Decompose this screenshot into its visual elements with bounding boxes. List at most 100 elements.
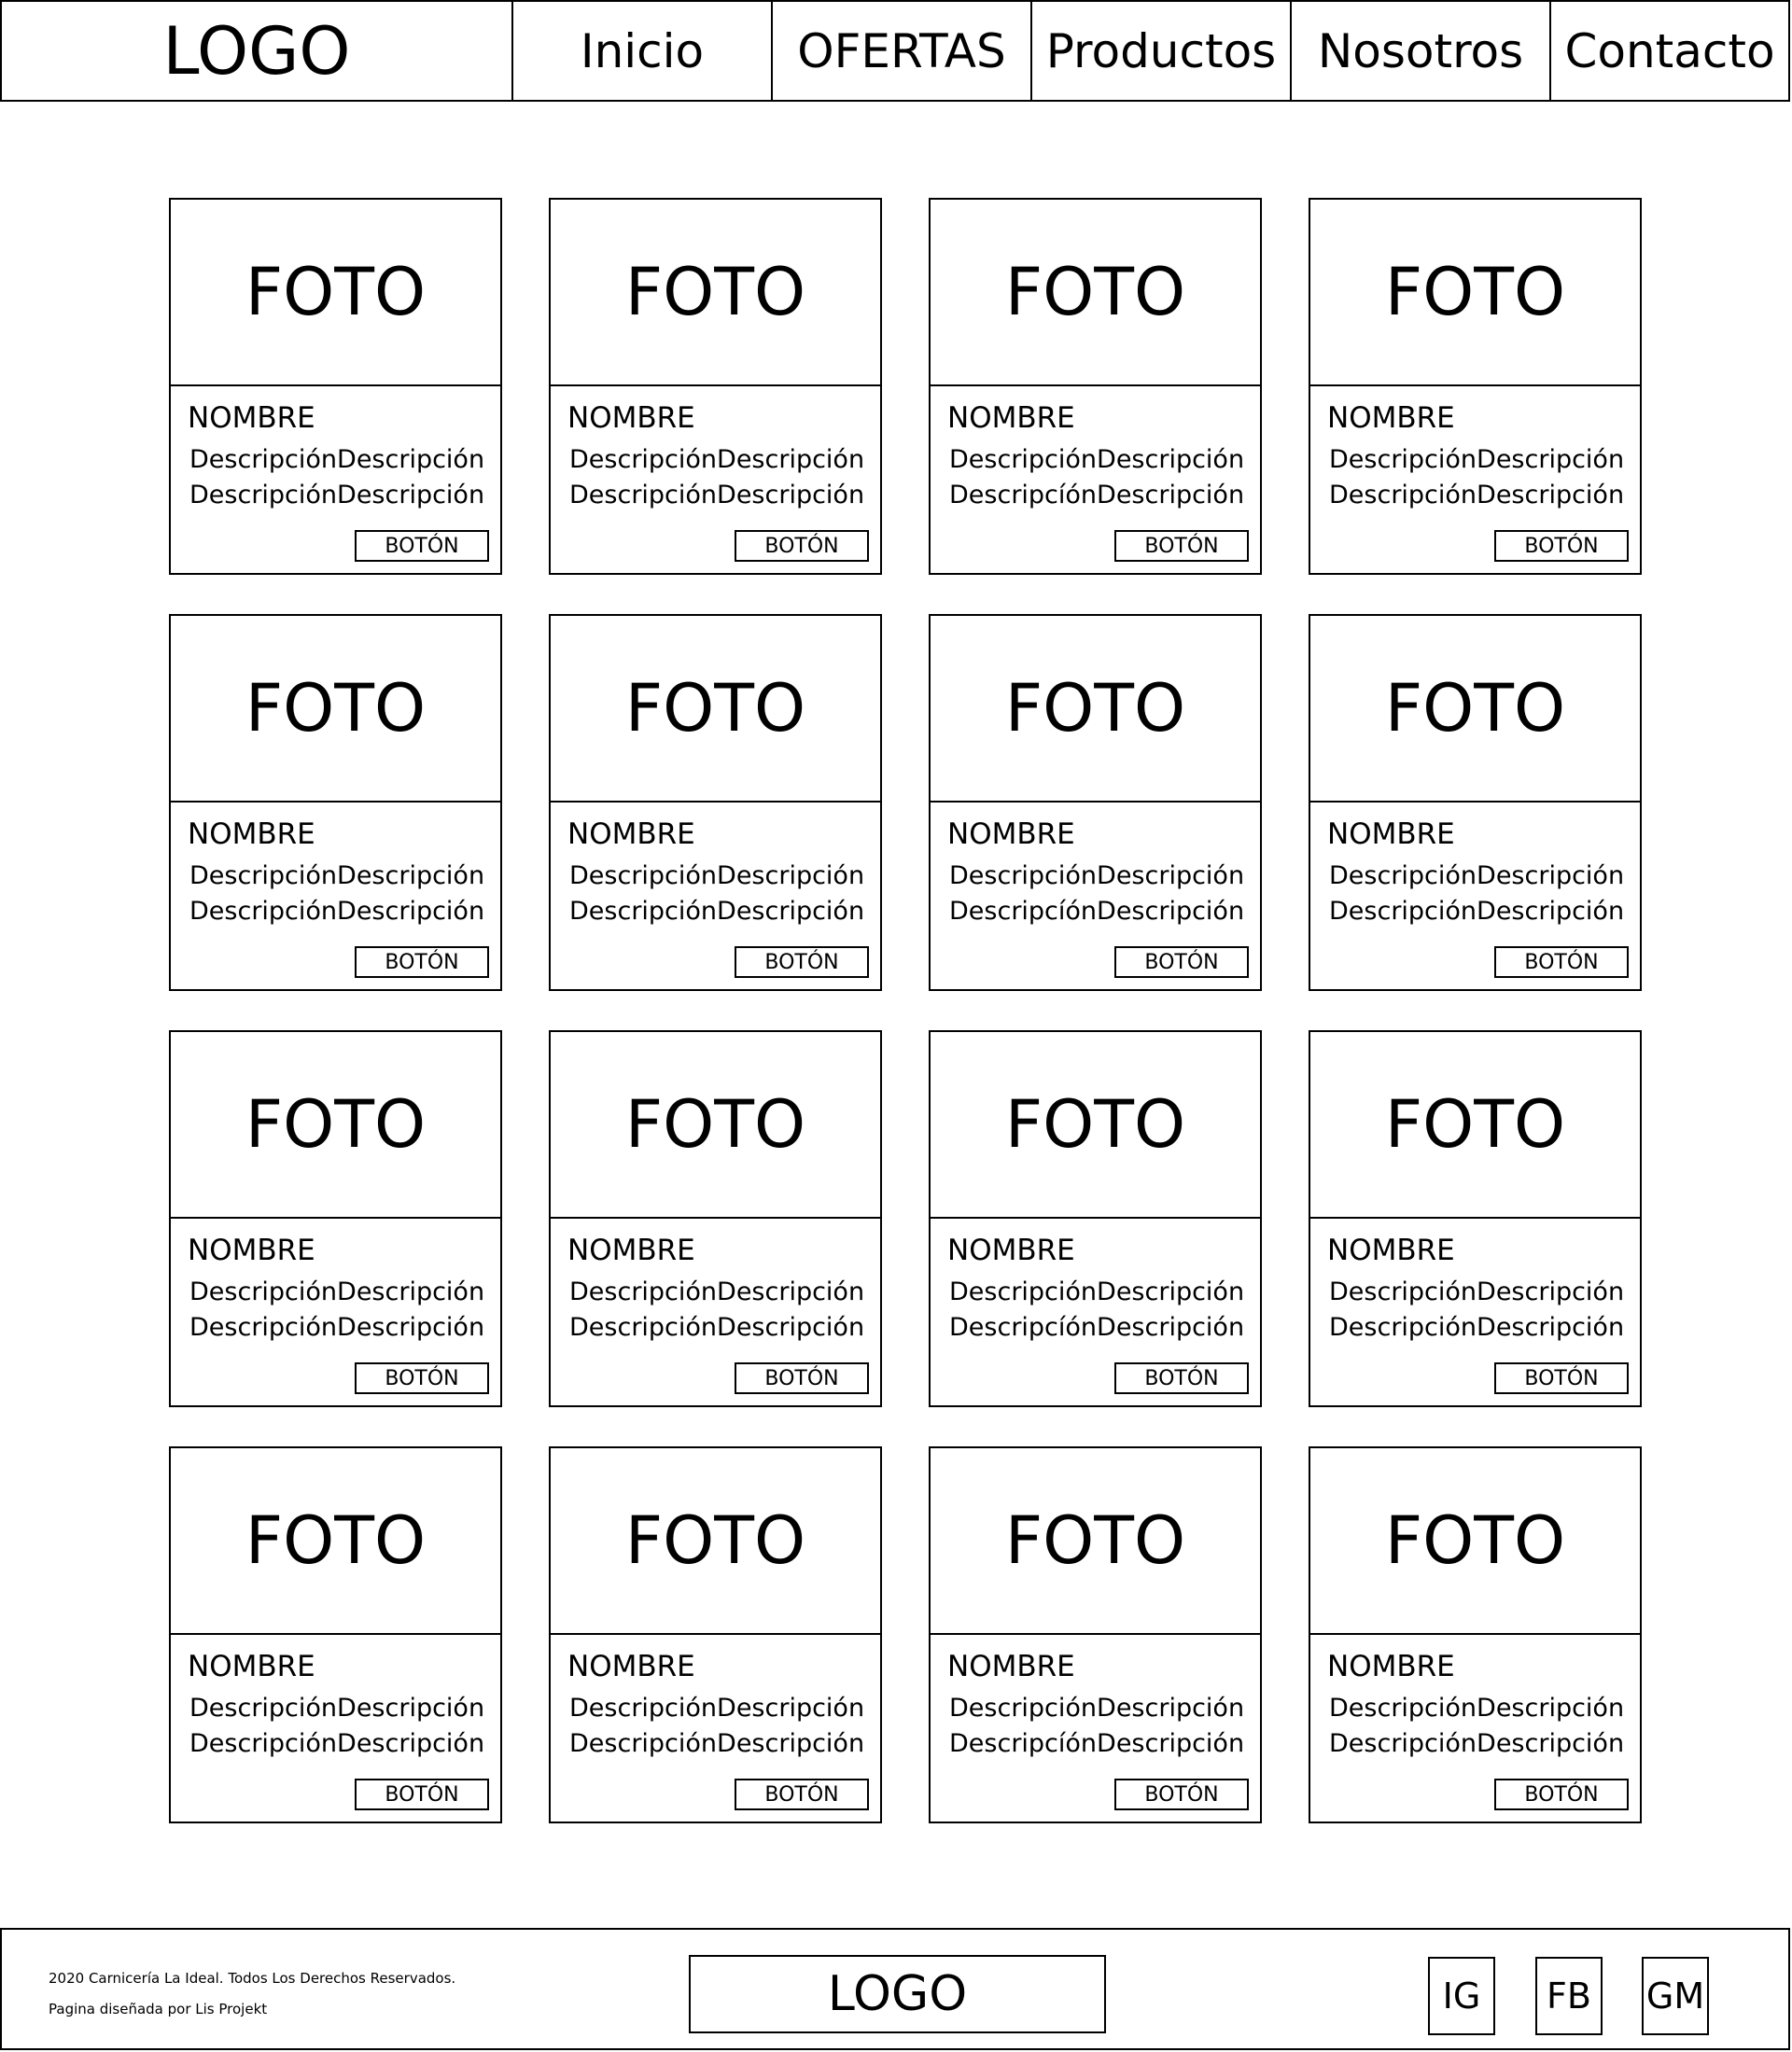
product-description: DescripciónDescripción DescripciónDescrip… [188, 442, 485, 513]
product-description: DescripciónDescripción DescripciónDescrip… [1327, 1691, 1625, 1762]
product-description-line: DescripciónDescripción [189, 445, 485, 474]
product-card: FOTO NOMBRE DescripciónDescripción Descripc… [169, 1446, 502, 1823]
product-card-body: NOMBRE DescripciónDescripción DescripcíónD… [931, 386, 1260, 573]
product-name: NOMBRE [947, 1650, 1075, 1683]
product-photo: FOTO [1310, 1448, 1640, 1635]
product-card-body: NOMBRE DescripciónDescripción DescripciónD… [171, 386, 500, 573]
footer-text: 2020 Carnicería La Ideal. Todos Los Dere… [49, 1963, 455, 2025]
product-card: FOTO NOMBRE DescripciónDescripción Descripc… [549, 1030, 882, 1407]
product-description: DescripciónDescripción DescripcíónDescrip… [947, 858, 1245, 929]
product-button[interactable]: BOTÓN [735, 1779, 869, 1810]
product-button[interactable]: BOTÓN [1114, 530, 1249, 562]
product-button[interactable]: BOTÓN [1494, 946, 1629, 978]
product-button[interactable]: BOTÓN [355, 1779, 489, 1810]
product-card: FOTO NOMBRE DescripciónDescripción Descripc… [929, 1446, 1262, 1823]
product-card-body: NOMBRE DescripciónDescripción DescripciónD… [1310, 803, 1640, 989]
product-button[interactable]: BOTÓN [1114, 946, 1249, 978]
product-card-body: NOMBRE DescripciónDescripción DescripciónD… [551, 803, 880, 989]
product-name: NOMBRE [188, 1234, 315, 1267]
product-name: NOMBRE [1327, 817, 1455, 851]
product-card-body: NOMBRE DescripciónDescripción DescripciónD… [171, 803, 500, 989]
product-description: DescripciónDescripción DescripciónDescrip… [567, 442, 865, 513]
product-photo: FOTO [931, 616, 1260, 803]
product-card: FOTO NOMBRE DescripciónDescripción Descripc… [549, 614, 882, 991]
product-description-line: DescripciónDescripción [569, 1729, 865, 1758]
footer-credit: Pagina diseñada por Lis Projekt [49, 2001, 268, 2017]
product-description-line: DescripciónDescripción [569, 481, 865, 510]
product-description: DescripciónDescripción DescripciónDescrip… [1327, 1275, 1625, 1346]
product-button[interactable]: BOTÓN [1114, 1362, 1249, 1394]
product-photo: FOTO [171, 1032, 500, 1219]
product-card: FOTO NOMBRE DescripciónDescripción Descripc… [1309, 1446, 1642, 1823]
product-description-line: DescripciónDescripción [189, 897, 485, 926]
product-description: DescripciónDescripción DescripciónDescrip… [567, 1691, 865, 1762]
product-grid: FOTO NOMBRE DescripciónDescripción Descripc… [169, 198, 1642, 1823]
header-bar: LOGO Inicio OFERTAS Productos Nosotros C… [0, 0, 1790, 102]
product-card-body: NOMBRE DescripciónDescripción DescripciónD… [551, 1219, 880, 1405]
product-button[interactable]: BOTÓN [735, 946, 869, 978]
product-button[interactable]: BOTÓN [1494, 1362, 1629, 1394]
product-description: DescripciónDescripción DescripciónDescrip… [188, 1691, 485, 1762]
product-description-line: DescripciónDescripción [189, 1313, 485, 1342]
product-description-line: DescripciónDescripción [189, 481, 485, 510]
nav-item-contacto[interactable]: Contacto [1551, 2, 1788, 100]
product-description-line: DescripciónDescripción [1329, 1277, 1625, 1306]
header-logo[interactable]: LOGO [2, 2, 513, 100]
product-card: FOTO NOMBRE DescripciónDescripción Descripc… [929, 614, 1262, 991]
product-button[interactable]: BOTÓN [355, 530, 489, 562]
nav-item-ofertas[interactable]: OFERTAS [773, 2, 1032, 100]
product-card-body: NOMBRE DescripciónDescripción DescripciónD… [171, 1635, 500, 1822]
product-description-line: DescripciónDescripción [189, 1277, 485, 1306]
footer-logo[interactable]: LOGO [689, 1955, 1106, 2033]
product-description-line: DescripciónDescripción [1329, 481, 1625, 510]
product-photo: FOTO [931, 200, 1260, 386]
product-name: NOMBRE [567, 1650, 695, 1683]
product-description-line: DescripciónDescripción [949, 861, 1245, 890]
product-description-line: DescripciónDescripción [569, 897, 865, 926]
product-description-line: DescripcíónDescripción [949, 1313, 1245, 1342]
product-card-body: NOMBRE DescripciónDescripción DescripciónD… [1310, 386, 1640, 573]
instagram-link[interactable]: IG [1428, 1957, 1495, 2035]
product-card-body: NOMBRE DescripciónDescripción DescripciónD… [171, 1219, 500, 1405]
product-description-line: DescripciónDescripción [1329, 897, 1625, 926]
nav-item-inicio[interactable]: Inicio [513, 2, 773, 100]
product-photo: FOTO [931, 1032, 1260, 1219]
product-name: NOMBRE [567, 401, 695, 435]
product-description: DescripciónDescripción DescripcíónDescrip… [947, 442, 1245, 513]
product-button[interactable]: BOTÓN [1114, 1779, 1249, 1810]
product-description: DescripciónDescripción DescripciónDescrip… [188, 858, 485, 929]
product-name: NOMBRE [947, 401, 1075, 435]
product-name: NOMBRE [188, 817, 315, 851]
product-button[interactable]: BOTÓN [735, 530, 869, 562]
nav-item-nosotros[interactable]: Nosotros [1292, 2, 1551, 100]
product-name: NOMBRE [947, 817, 1075, 851]
gmail-link[interactable]: GM [1642, 1957, 1709, 2035]
product-description-line: DescripciónDescripción [1329, 1694, 1625, 1723]
product-name: NOMBRE [567, 1234, 695, 1267]
product-name: NOMBRE [188, 1650, 315, 1683]
product-button[interactable]: BOTÓN [1494, 1779, 1629, 1810]
product-description: DescripciónDescripción DescripcíónDescrip… [947, 1275, 1245, 1346]
product-button[interactable]: BOTÓN [355, 946, 489, 978]
product-card: FOTO NOMBRE DescripciónDescripción Descripc… [929, 1030, 1262, 1407]
product-name: NOMBRE [188, 401, 315, 435]
product-description-line: DescripcíónDescripción [949, 897, 1245, 926]
product-card: FOTO NOMBRE DescripciónDescripción Descripc… [549, 198, 882, 575]
product-card: FOTO NOMBRE DescripciónDescripción Descripc… [549, 1446, 882, 1823]
product-photo: FOTO [551, 1032, 880, 1219]
product-photo: FOTO [171, 200, 500, 386]
product-photo: FOTO [171, 616, 500, 803]
product-description-line: DescripciónDescripción [1329, 1313, 1625, 1342]
product-photo: FOTO [551, 200, 880, 386]
product-button[interactable]: BOTÓN [1494, 530, 1629, 562]
product-card: FOTO NOMBRE DescripciónDescripción Descripc… [169, 1030, 502, 1407]
product-button[interactable]: BOTÓN [735, 1362, 869, 1394]
nav-item-productos[interactable]: Productos [1032, 2, 1292, 100]
product-description-line: DescripciónDescripción [189, 1694, 485, 1723]
product-description-line: DescripciónDescripción [569, 1277, 865, 1306]
product-description: DescripciónDescripción DescripciónDescrip… [1327, 858, 1625, 929]
facebook-link[interactable]: FB [1535, 1957, 1603, 2035]
product-card-body: NOMBRE DescripciónDescripción DescripcíónD… [931, 1635, 1260, 1822]
product-photo: FOTO [931, 1448, 1260, 1635]
product-button[interactable]: BOTÓN [355, 1362, 489, 1394]
